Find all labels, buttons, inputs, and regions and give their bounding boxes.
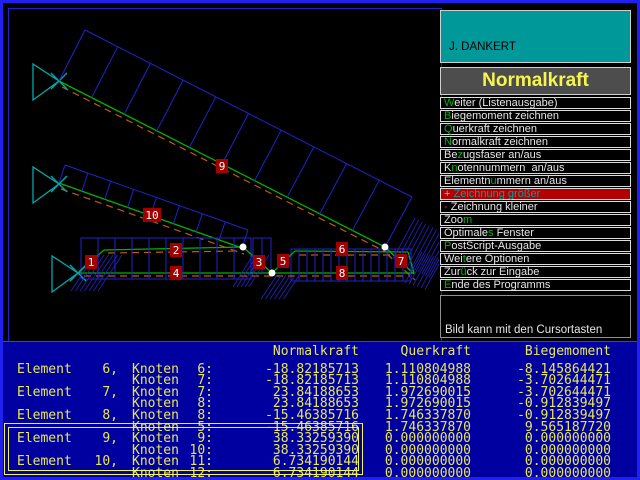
node-dot: [269, 270, 276, 277]
menu-item-elementnummern[interactable]: Elementnummern an/aus: [440, 175, 631, 187]
menu-item-zeichnung-kleiner[interactable]: - Zeichnung kleiner: [440, 201, 631, 213]
highlight-box-inner: [8, 427, 359, 471]
element-number: 5: [280, 255, 287, 268]
hint-line: Bild kann mit den Cursortasten: [445, 324, 630, 337]
highlight-box: [4, 423, 363, 475]
menu-item-biegemoment[interactable]: Biegemoment zeichnen: [440, 110, 631, 122]
support-symbols: [33, 64, 86, 292]
element-number: 4: [173, 267, 180, 280]
header-normalkraft: Normalkraft: [213, 346, 359, 358]
element-number: 6: [339, 243, 346, 256]
menu-item-knotennummern[interactable]: Knotennummern an/aus: [440, 162, 631, 174]
femset-app-window: 9 10 1 2 4 3 5 6 8 7 J. DANKERT Finite-Elemente-B…: [0, 0, 640, 480]
menu-item-querkraft[interactable]: Querkraft zeichnen: [440, 123, 631, 135]
element-number: 7: [398, 255, 405, 268]
element-9-diagram: [59, 30, 415, 280]
header-biegemoment: Biegemoment: [471, 346, 611, 358]
program-banner: J. DANKERT Finite-Elemente-Baukasten FEM…: [440, 10, 631, 63]
menu-item-bezugsfaser[interactable]: Bezugsfaser an/aus: [440, 149, 631, 161]
menu-item-weitere-optionen[interactable]: Weitere Optionen: [440, 253, 631, 265]
node-dot: [240, 244, 247, 251]
hint-box: Bild kann mit den Cursortasten horizonta…: [440, 295, 631, 338]
element-number: 1: [88, 256, 95, 269]
menu-item-optimales-fenster[interactable]: Optimales Fenster: [440, 227, 631, 239]
header-querkraft: Querkraft: [359, 346, 471, 358]
menu-item-zoom[interactable]: Zoom: [440, 214, 631, 226]
menu-item-normalkraft[interactable]: Normalkraft zeichnen: [440, 136, 631, 148]
view-title-text: Normalkraft: [482, 70, 589, 91]
drawing-canvas[interactable]: 9 10 1 2 4 3 5 6 8 7: [8, 8, 442, 342]
node-dot: [382, 244, 389, 251]
structure-drawing: 9 10 1 2 4 3 5 6 8 7: [9, 9, 439, 339]
beam-diagram-boxes: [81, 238, 411, 281]
view-title: Normalkraft: [440, 67, 631, 95]
element-number: 2: [173, 244, 180, 257]
menu-item-zurueck-zur-eingabe[interactable]: Zurück zur Eingabe: [440, 266, 631, 278]
menu-item-zeichnung-groesser[interactable]: + Zeichnung größer: [440, 188, 631, 200]
element-number: 9: [219, 160, 226, 173]
element-number: 8: [339, 267, 346, 280]
author-name: J. DANKERT: [449, 41, 630, 53]
beam-member-lines: [78, 247, 414, 276]
element-number: 3: [256, 256, 263, 269]
element-number: 10: [145, 209, 158, 222]
table-header: NormalkraftQuerkraftBiegemoment: [17, 346, 637, 358]
menu-item-ende-des-programms[interactable]: Ende des Programms: [440, 279, 631, 291]
diagram-rungs: [59, 30, 412, 281]
menu-item-weiter[interactable]: Weiter (Listenausgabe): [440, 97, 631, 109]
main-menu: Weiter (Listenausgabe)Biegemoment zeichn…: [440, 97, 631, 292]
menu-item-postscript-ausgabe[interactable]: PostScript-Ausgabe: [440, 240, 631, 252]
